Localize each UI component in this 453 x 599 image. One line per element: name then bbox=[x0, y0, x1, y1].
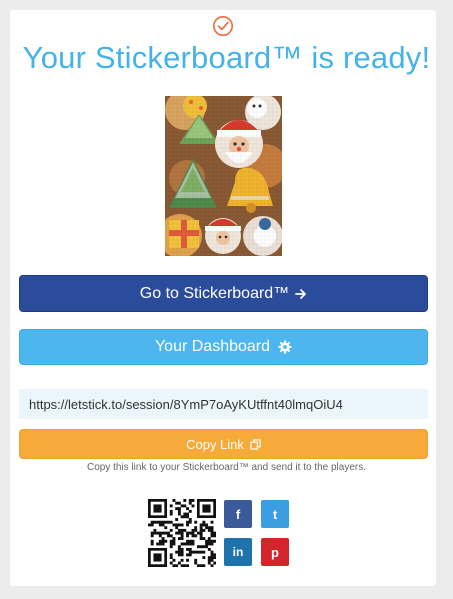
twitter-icon: t bbox=[272, 506, 278, 522]
go-to-stickerboard-label: Go to Stickerboard™ bbox=[139, 284, 290, 302]
share-help-text: Copy this link to your Stickerboard™ and… bbox=[86, 462, 367, 473]
pinterest-share-button[interactable]: p bbox=[261, 538, 289, 566]
page-title: Your Stickerboard™ is ready! bbox=[22, 40, 431, 75]
linkedin-share-button[interactable]: in bbox=[224, 538, 252, 566]
stickerboard-preview-image bbox=[165, 96, 282, 256]
check-circle-icon bbox=[213, 16, 233, 36]
linkedin-icon: in bbox=[232, 545, 244, 559]
copy-link-label: Copy Link bbox=[186, 436, 244, 452]
facebook-share-button[interactable]: f bbox=[224, 500, 252, 528]
pinterest-icon: p bbox=[271, 544, 279, 560]
arrow-right-icon bbox=[295, 288, 307, 299]
share-url-field[interactable] bbox=[19, 389, 428, 419]
copy-link-button[interactable]: Copy Link bbox=[19, 429, 428, 459]
go-to-stickerboard-button[interactable]: Go to Stickerboard™ bbox=[19, 275, 428, 312]
gear-icon bbox=[278, 340, 292, 354]
twitter-share-button[interactable]: t bbox=[261, 500, 289, 528]
facebook-icon: f bbox=[235, 506, 241, 522]
copy-icon bbox=[250, 438, 261, 450]
qr-code-image bbox=[148, 499, 216, 567]
your-dashboard-button[interactable]: Your Dashboard bbox=[19, 329, 428, 365]
your-dashboard-label: Your Dashboard bbox=[154, 338, 271, 355]
